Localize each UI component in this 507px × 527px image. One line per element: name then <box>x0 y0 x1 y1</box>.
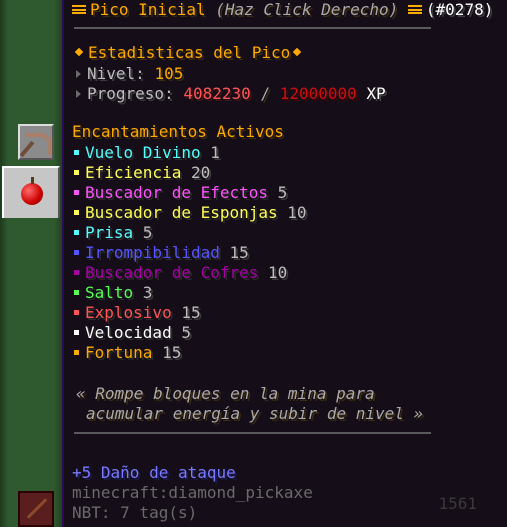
diamond-icon <box>74 47 84 57</box>
enchant-row: Fortuna 15 <box>72 343 181 363</box>
level-label: Nivel: <box>87 64 145 83</box>
enchant-name: Buscador de Esponjas <box>85 203 278 222</box>
attack-damage: +5 Daño de ataque <box>72 463 236 482</box>
divider <box>74 27 431 29</box>
enchant-row: Prisa 5 <box>72 223 152 243</box>
bars-icon <box>407 5 422 14</box>
progress-row: Progreso: 4082230 / 12000000 XP <box>72 84 386 104</box>
enchant-level: 5 <box>171 323 191 342</box>
divider <box>74 432 431 434</box>
level-row: Nivel: 105 <box>72 64 183 84</box>
bars-icon <box>72 5 86 14</box>
nbt-count: NBT: 7 tag(s) <box>72 503 198 522</box>
enchant-level: 5 <box>268 183 288 202</box>
enchant-row: Salto 3 <box>72 283 152 303</box>
item-subtitle: (Haz Click Derecho) <box>215 0 399 19</box>
bullet-icon <box>74 189 79 195</box>
lore-line-2: acumular energía y subir de nivel » <box>86 404 424 423</box>
enchant-name: Explosivo <box>85 303 172 322</box>
enchants-heading: Encantamientos Activos <box>72 122 284 141</box>
enchant-row: Explosivo 15 <box>72 303 201 323</box>
enchant-level: 15 <box>171 303 201 322</box>
tooltip-title-line: Pico Inicial (Haz Click Derecho) (#0278) <box>72 0 493 20</box>
background-counter: 1561 <box>438 494 477 513</box>
enchant-row: Buscador de Esponjas 10 <box>72 203 307 223</box>
progress-current: 4082230 <box>183 84 251 103</box>
enchant-level: 5 <box>133 223 153 242</box>
item-id: (#0278) <box>425 0 494 19</box>
hotbar-slot[interactable] <box>18 491 54 527</box>
enchant-row: Buscador de Efectos 5 <box>72 183 287 203</box>
enchant-name: Fortuna <box>85 343 153 362</box>
enchant-name: Velocidad <box>85 323 172 342</box>
bullet-icon <box>74 329 79 335</box>
enchant-row: Velocidad 5 <box>72 323 191 343</box>
item-tooltip: Pico Inicial (Haz Click Derecho) (#0278)… <box>62 0 507 527</box>
enchant-row: Vuelo Divino 1 <box>72 143 220 163</box>
enchant-level: 1 <box>200 143 220 162</box>
apple-icon <box>21 177 43 205</box>
item-identifier: minecraft:diamond_pickaxe <box>72 483 313 502</box>
progress-unit: XP <box>366 84 386 103</box>
bullet-icon <box>74 149 79 155</box>
enchant-name: Salto <box>85 283 134 302</box>
bullet-icon <box>74 349 79 355</box>
progress-separator: / <box>260 84 271 103</box>
enchant-row: Irrompibilidad 15 <box>72 243 249 263</box>
diamond-icon <box>293 47 302 57</box>
enchant-row: Buscador de Cofres 10 <box>72 263 287 283</box>
triangle-icon <box>76 69 81 78</box>
bullet-icon <box>74 229 79 235</box>
progress-label: Progreso: <box>87 84 174 103</box>
enchant-name: Buscador de Efectos <box>85 183 269 202</box>
progress-max: 12000000 <box>279 84 357 103</box>
enchant-level: 3 <box>133 283 153 302</box>
enchant-name: Irrompibilidad <box>85 243 220 262</box>
bullet-icon <box>74 289 79 295</box>
enchant-level: 10 <box>258 263 288 282</box>
level-value: 105 <box>154 64 184 83</box>
enchant-name: Eficiencia <box>85 163 182 182</box>
enchant-level: 15 <box>152 343 182 362</box>
inventory-strip <box>0 0 62 527</box>
bullet-icon <box>74 269 79 275</box>
item-title: Pico Inicial <box>90 0 206 19</box>
bullet-icon <box>74 209 79 215</box>
enchant-name: Prisa <box>85 223 134 242</box>
bullet-icon <box>74 309 79 315</box>
stats-heading: Estadisticas del Pico <box>72 43 306 63</box>
enchant-level: 10 <box>277 203 307 222</box>
enchant-level: 15 <box>219 243 249 262</box>
bullet-icon <box>74 169 79 175</box>
pickaxe-slot[interactable] <box>18 124 54 160</box>
triangle-icon <box>76 89 81 98</box>
enchant-level: 20 <box>181 163 211 182</box>
enchant-name: Buscador de Cofres <box>85 263 259 282</box>
stats-heading-text: Estadisticas del Pico <box>88 43 291 62</box>
bullet-icon <box>74 249 79 255</box>
enchant-row: Eficiencia 20 <box>72 163 210 183</box>
lore-line-1: « Rompe bloques en la mina para <box>76 384 375 403</box>
enchant-name: Vuelo Divino <box>85 143 201 162</box>
